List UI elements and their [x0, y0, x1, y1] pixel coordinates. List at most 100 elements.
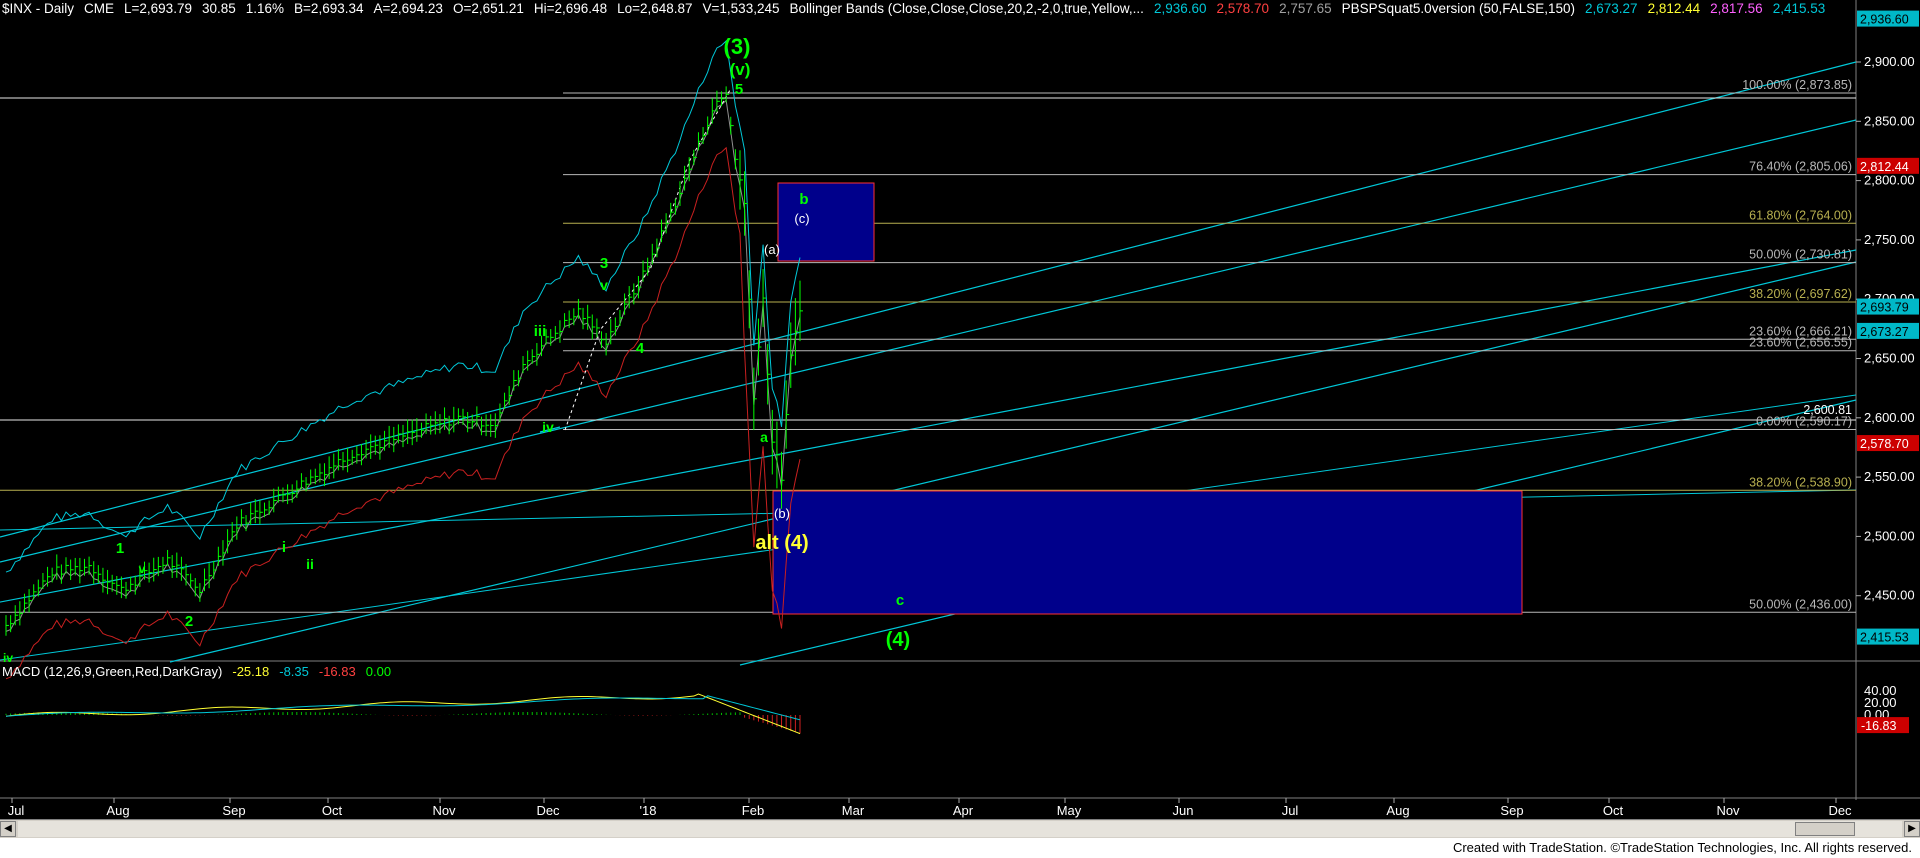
time-tick-label: Oct — [1603, 803, 1624, 818]
wave-label: 1 — [116, 540, 124, 557]
wave-label: 3 — [600, 255, 608, 272]
time-tick-label: Aug — [106, 803, 129, 818]
indicator-label: PBSPSquat5.0version (50,FALSE,150) — [1341, 1, 1576, 16]
price-tick-label: 2,850.00 — [1864, 113, 1915, 128]
scroll-left-arrow-icon[interactable]: ◀ — [0, 821, 16, 837]
time-tick-label: Dec — [536, 803, 560, 818]
change-pct: 1.16% — [245, 1, 285, 16]
high: Hi=2,696.48 — [533, 1, 608, 16]
bid: B=2,693.34 — [294, 1, 364, 16]
price-tag-label: 2,673.27 — [1860, 325, 1909, 339]
time-tick-label: Feb — [742, 803, 764, 818]
fib-label: 61.80% (2,764.00) — [1749, 208, 1852, 222]
price-tag-label: 2,415.53 — [1860, 631, 1909, 645]
wave-label: b — [799, 191, 808, 208]
fib-label: 50.00% (2,436.00) — [1749, 597, 1852, 611]
wave-label: alt (4) — [755, 532, 808, 554]
macd-tag-label: -16.83 — [1861, 719, 1896, 733]
macd-v1: -25.18 — [232, 664, 270, 679]
exchange: CME — [84, 1, 115, 16]
chart-header: $INX - Daily CME L=2,693.79 30.85 1.16% B=2,6… — [2, 0, 1835, 18]
bb-upper: 2,936.60 — [1153, 1, 1207, 16]
wave-label: 4 — [636, 340, 645, 357]
wave-label: iv — [3, 651, 13, 665]
price-tick-label: 2,450.00 — [1864, 588, 1915, 603]
time-tick-label: Jul — [8, 803, 25, 818]
wave-label: 2 — [185, 613, 193, 630]
time-tick-label: '18 — [640, 803, 657, 818]
scroll-thumb[interactable] — [1795, 822, 1855, 836]
price-tag-label: 2,812.44 — [1860, 160, 1909, 174]
wave-label: (b) — [774, 506, 790, 521]
horizontal-scrollbar[interactable]: ◀ ▶ — [0, 819, 1920, 838]
fib-label: 76.40% (2,805.06) — [1749, 160, 1852, 174]
time-tick-label: Nov — [1716, 803, 1740, 818]
wave-label: iv — [542, 419, 554, 435]
chart-background — [0, 0, 1920, 819]
bb-lower: 2,578.70 — [1216, 1, 1270, 16]
fib-label: 38.20% (2,697.62) — [1749, 287, 1852, 301]
price-tag-label: 2,936.60 — [1860, 13, 1909, 27]
time-tick-label: Dec — [1828, 803, 1852, 818]
macd-v2: -8.35 — [279, 664, 309, 679]
fib-label: 100.00% (2,873.85) — [1742, 78, 1852, 92]
time-tick-label: Apr — [953, 803, 974, 818]
ind-v3: 2,817.56 — [1710, 1, 1763, 16]
price-tick-label: 2,800.00 — [1864, 173, 1915, 188]
bb-mid: 2,757.65 — [1279, 1, 1332, 16]
symbol: $INX - Daily — [2, 1, 75, 16]
change: 30.85 — [201, 1, 236, 16]
scroll-track[interactable] — [18, 821, 1902, 837]
price-tag-label: 2,578.70 — [1860, 437, 1909, 451]
ask: A=2,694.23 — [373, 1, 443, 16]
time-tick-label: Jul — [1282, 803, 1299, 818]
wave-label: v — [600, 277, 608, 293]
fib-label: 38.20% (2,538.90) — [1749, 475, 1852, 489]
low: Lo=2,648.87 — [617, 1, 693, 16]
ind-v4: 2,415.53 — [1772, 1, 1826, 16]
open: O=2,651.21 — [452, 1, 524, 16]
price-tick-label: 2,600.00 — [1864, 410, 1915, 425]
time-tick-label: Aug — [1386, 803, 1409, 818]
price-tag-label: 2,693.79 — [1860, 301, 1909, 315]
macd-v4: 0.00 — [365, 664, 392, 679]
wave-label: ii — [306, 556, 314, 572]
scroll-right-arrow-icon[interactable]: ▶ — [1904, 821, 1920, 837]
price-tick-label: 2,500.00 — [1864, 528, 1915, 543]
time-tick-label: Jun — [1173, 803, 1194, 818]
time-tick-label: Nov — [432, 803, 456, 818]
price-chart: 100.00% (2,873.85) 76.40% (2,805.06) 61.80… — [0, 0, 1920, 819]
wave-label: (a) — [764, 242, 780, 257]
time-tick-label: Sep — [1500, 803, 1523, 818]
wave-label: c — [896, 592, 904, 609]
level-label: 2,600.81 — [1803, 403, 1852, 417]
wave-label: i — [282, 539, 286, 556]
fib-label: 23.60% (2,656.55) — [1749, 336, 1852, 350]
time-tick-label: Mar — [842, 803, 865, 818]
macd-label: MACD (12,26,9,Green,Red,DarkGray) — [2, 664, 223, 679]
macd-v3: -16.83 — [318, 664, 356, 679]
last-price: L=2,693.79 — [124, 1, 192, 16]
footer-credit: Created with TradeStation. ©TradeStation… — [0, 838, 1920, 858]
wave-label: (v) — [730, 60, 751, 79]
price-tick-label: 2,900.00 — [1864, 54, 1915, 69]
price-tick-label: 2,750.00 — [1864, 232, 1915, 247]
price-tick-label: 2,550.00 — [1864, 469, 1915, 484]
wave-label: (4) — [886, 629, 910, 651]
price-tick-label: 2,650.00 — [1864, 351, 1915, 366]
wave-label: v — [139, 562, 146, 576]
volume: V=1,533,245 — [702, 1, 780, 16]
wave-label: iii — [534, 323, 547, 340]
ind-v2: 2,812.44 — [1647, 1, 1701, 16]
bb-label: Bollinger Bands (Close,Close,Close,20,2,… — [789, 1, 1144, 16]
time-tick-label: May — [1057, 803, 1082, 818]
target-box-4 — [772, 490, 1523, 615]
fib-label: 50.00% (2,730.81) — [1749, 248, 1852, 262]
wave-label: 5 — [735, 81, 743, 98]
target-box-b — [777, 182, 875, 262]
time-tick-label: Sep — [222, 803, 245, 818]
ind-v1: 2,673.27 — [1585, 1, 1638, 16]
wave-label: a — [760, 429, 768, 445]
wave-label: (3) — [724, 34, 751, 59]
wave-label: (c) — [794, 211, 809, 226]
